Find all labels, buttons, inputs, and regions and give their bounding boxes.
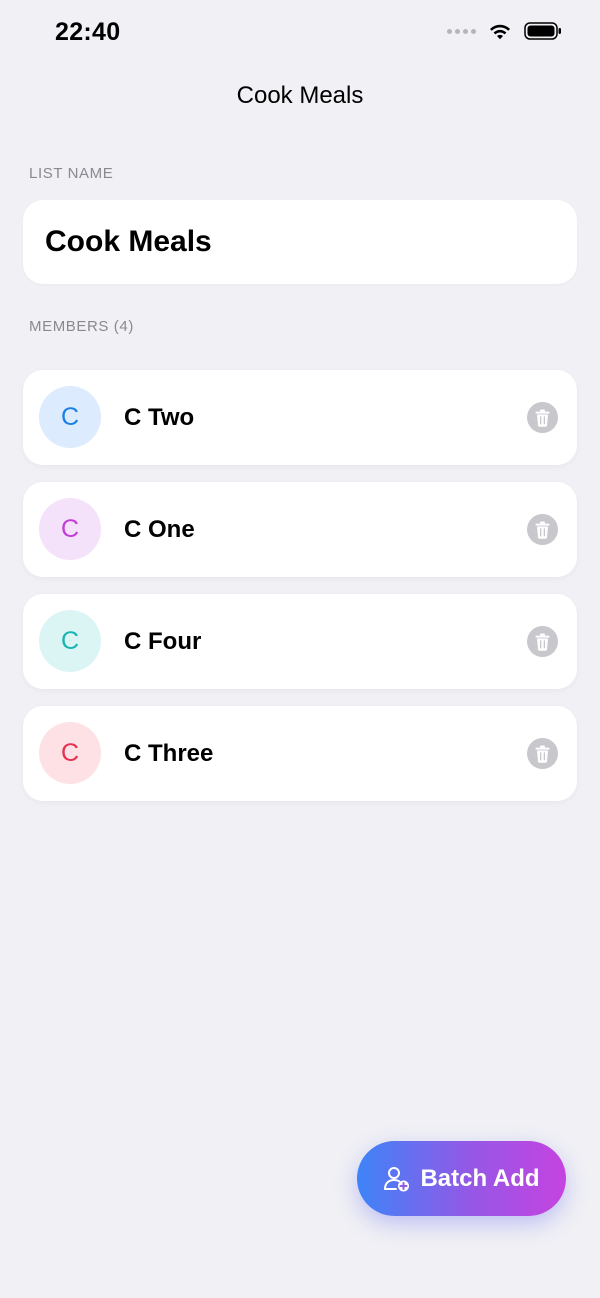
member-name: C Two: [124, 404, 195, 431]
avatar-initial: C: [60, 402, 80, 431]
list-name-label: LIST NAME: [29, 165, 114, 182]
avatar: C: [39, 722, 101, 784]
avatar: C: [39, 386, 101, 448]
member-name: C Three: [124, 740, 214, 767]
battery-icon: [524, 22, 561, 40]
member-row[interactable]: C C Three: [23, 706, 577, 801]
trash-icon: [535, 633, 550, 651]
members-label: MEMBERS (4): [29, 318, 134, 335]
delete-member-button[interactable]: [527, 514, 558, 545]
member-row[interactable]: C C Two: [23, 370, 577, 465]
members-list: C C Two C C One C C Four C C Three: [23, 370, 577, 818]
avatar-initial: C: [60, 514, 80, 543]
wifi-icon: [490, 24, 510, 40]
page-title: Cook Meals: [236, 82, 364, 109]
trash-icon: [535, 409, 550, 427]
status-icons: [447, 22, 562, 40]
delete-member-button[interactable]: [527, 626, 558, 657]
member-row[interactable]: C C Four: [23, 594, 577, 689]
trash-icon: [535, 745, 550, 763]
delete-member-button[interactable]: [527, 402, 558, 433]
member-name: C Four: [124, 628, 202, 655]
list-name-field[interactable]: Cook Meals: [23, 200, 577, 284]
avatar-initial: C: [60, 738, 80, 767]
signal-dots-icon: [447, 28, 476, 34]
member-name: C One: [124, 516, 195, 543]
batch-add-label: Batch Add: [420, 1164, 540, 1192]
status-bar: 22:40: [0, 0, 600, 70]
avatar-initial: C: [60, 626, 80, 655]
delete-member-button[interactable]: [527, 738, 558, 769]
add-person-icon: [384, 1166, 410, 1191]
screen: 22:40 Cook Meals LIST NAME Cook Meals ME…: [0, 0, 600, 1298]
avatar: C: [39, 498, 101, 560]
status-time: 22:40: [55, 18, 121, 46]
avatar: C: [39, 610, 101, 672]
member-row[interactable]: C C One: [23, 482, 577, 577]
list-name-value: Cook Meals: [45, 225, 212, 258]
batch-add-button[interactable]: Batch Add: [357, 1141, 566, 1216]
trash-icon: [535, 521, 550, 539]
